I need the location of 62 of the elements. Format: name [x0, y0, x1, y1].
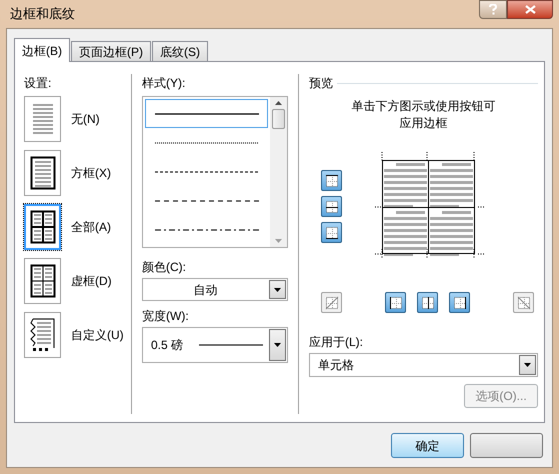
- section-label: 预览: [309, 75, 333, 92]
- border-edge-icon: [324, 224, 340, 240]
- border-toggle-button[interactable]: [321, 292, 342, 313]
- line-sample-icon: [154, 112, 258, 114]
- border-edge-icon: [324, 294, 340, 310]
- border-toggle-button[interactable]: [513, 292, 534, 313]
- border-layout-icon: [30, 318, 56, 352]
- line-sample-icon: [154, 142, 258, 144]
- border-layout-icon: [30, 264, 56, 298]
- border-setting-option[interactable]: [24, 312, 61, 358]
- line-sample-icon: [154, 170, 258, 172]
- setting-label: 虚框(D): [71, 273, 112, 290]
- border-edge-icon: [516, 294, 532, 310]
- setting-label: 全部(A): [71, 219, 111, 236]
- preview-hint: 单击下方图示或使用按钮可应用边框: [350, 98, 496, 132]
- combo-value: 自动: [194, 282, 218, 298]
- border-layout-icon: [30, 156, 56, 190]
- apply-to-dropdown[interactable]: 单元格: [309, 353, 538, 377]
- line-sample-icon: [199, 344, 264, 346]
- section-label: 颜色(C):: [142, 259, 187, 276]
- help-icon: [489, 4, 497, 15]
- close-icon: [524, 5, 536, 14]
- scrollbar[interactable]: [270, 97, 287, 247]
- border-toggle-button[interactable]: [321, 222, 342, 243]
- scroll-thumb[interactable]: [272, 109, 285, 129]
- border-edge-icon: [324, 172, 340, 188]
- border-toggle-button[interactable]: [417, 292, 438, 313]
- ok-button[interactable]: 确定: [391, 433, 464, 458]
- border-toggle-button[interactable]: [449, 292, 470, 313]
- scroll-up-icon[interactable]: [275, 101, 282, 105]
- border-edge-icon: [324, 198, 340, 214]
- dialog-button[interactable]: [470, 433, 543, 458]
- border-toggle-button[interactable]: [385, 292, 406, 313]
- line-sample-icon: [154, 228, 258, 230]
- border-toggle-button[interactable]: [321, 196, 342, 217]
- border-layout-icon: [30, 210, 56, 244]
- color-dropdown[interactable]: 自动: [142, 278, 288, 301]
- border-toggle-button[interactable]: [321, 170, 342, 191]
- section-label: 样式(Y):: [142, 75, 186, 92]
- window-title: 边框和底纹: [9, 5, 75, 24]
- combo-value: 0.5 磅: [151, 337, 184, 354]
- line-sample-icon: [154, 200, 258, 202]
- tab[interactable]: 边框(B): [14, 38, 70, 62]
- help-button[interactable]: [479, 0, 507, 19]
- border-edge-icon: [388, 294, 404, 310]
- border-setting-option[interactable]: [24, 258, 61, 304]
- section-label: 设置:: [24, 75, 52, 92]
- line-style-option[interactable]: [145, 99, 268, 128]
- tab[interactable]: 底纹(S): [152, 41, 208, 61]
- section-label: 宽度(W):: [142, 308, 190, 325]
- setting-label: 方框(X): [71, 165, 111, 182]
- section-label: 应用于(L):: [309, 334, 364, 351]
- combo-value: 单元格: [318, 357, 354, 374]
- width-dropdown[interactable]: 0.5 磅: [142, 327, 288, 363]
- border-edge-icon: [452, 294, 468, 310]
- border-setting-option[interactable]: [24, 204, 61, 250]
- setting-label: 无(N): [71, 111, 100, 128]
- border-setting-option[interactable]: [24, 150, 61, 196]
- border-edge-icon: [420, 294, 436, 310]
- tab[interactable]: 页面边框(P): [71, 41, 151, 61]
- setting-label: 自定义(U): [71, 327, 124, 344]
- close-button[interactable]: [507, 0, 553, 19]
